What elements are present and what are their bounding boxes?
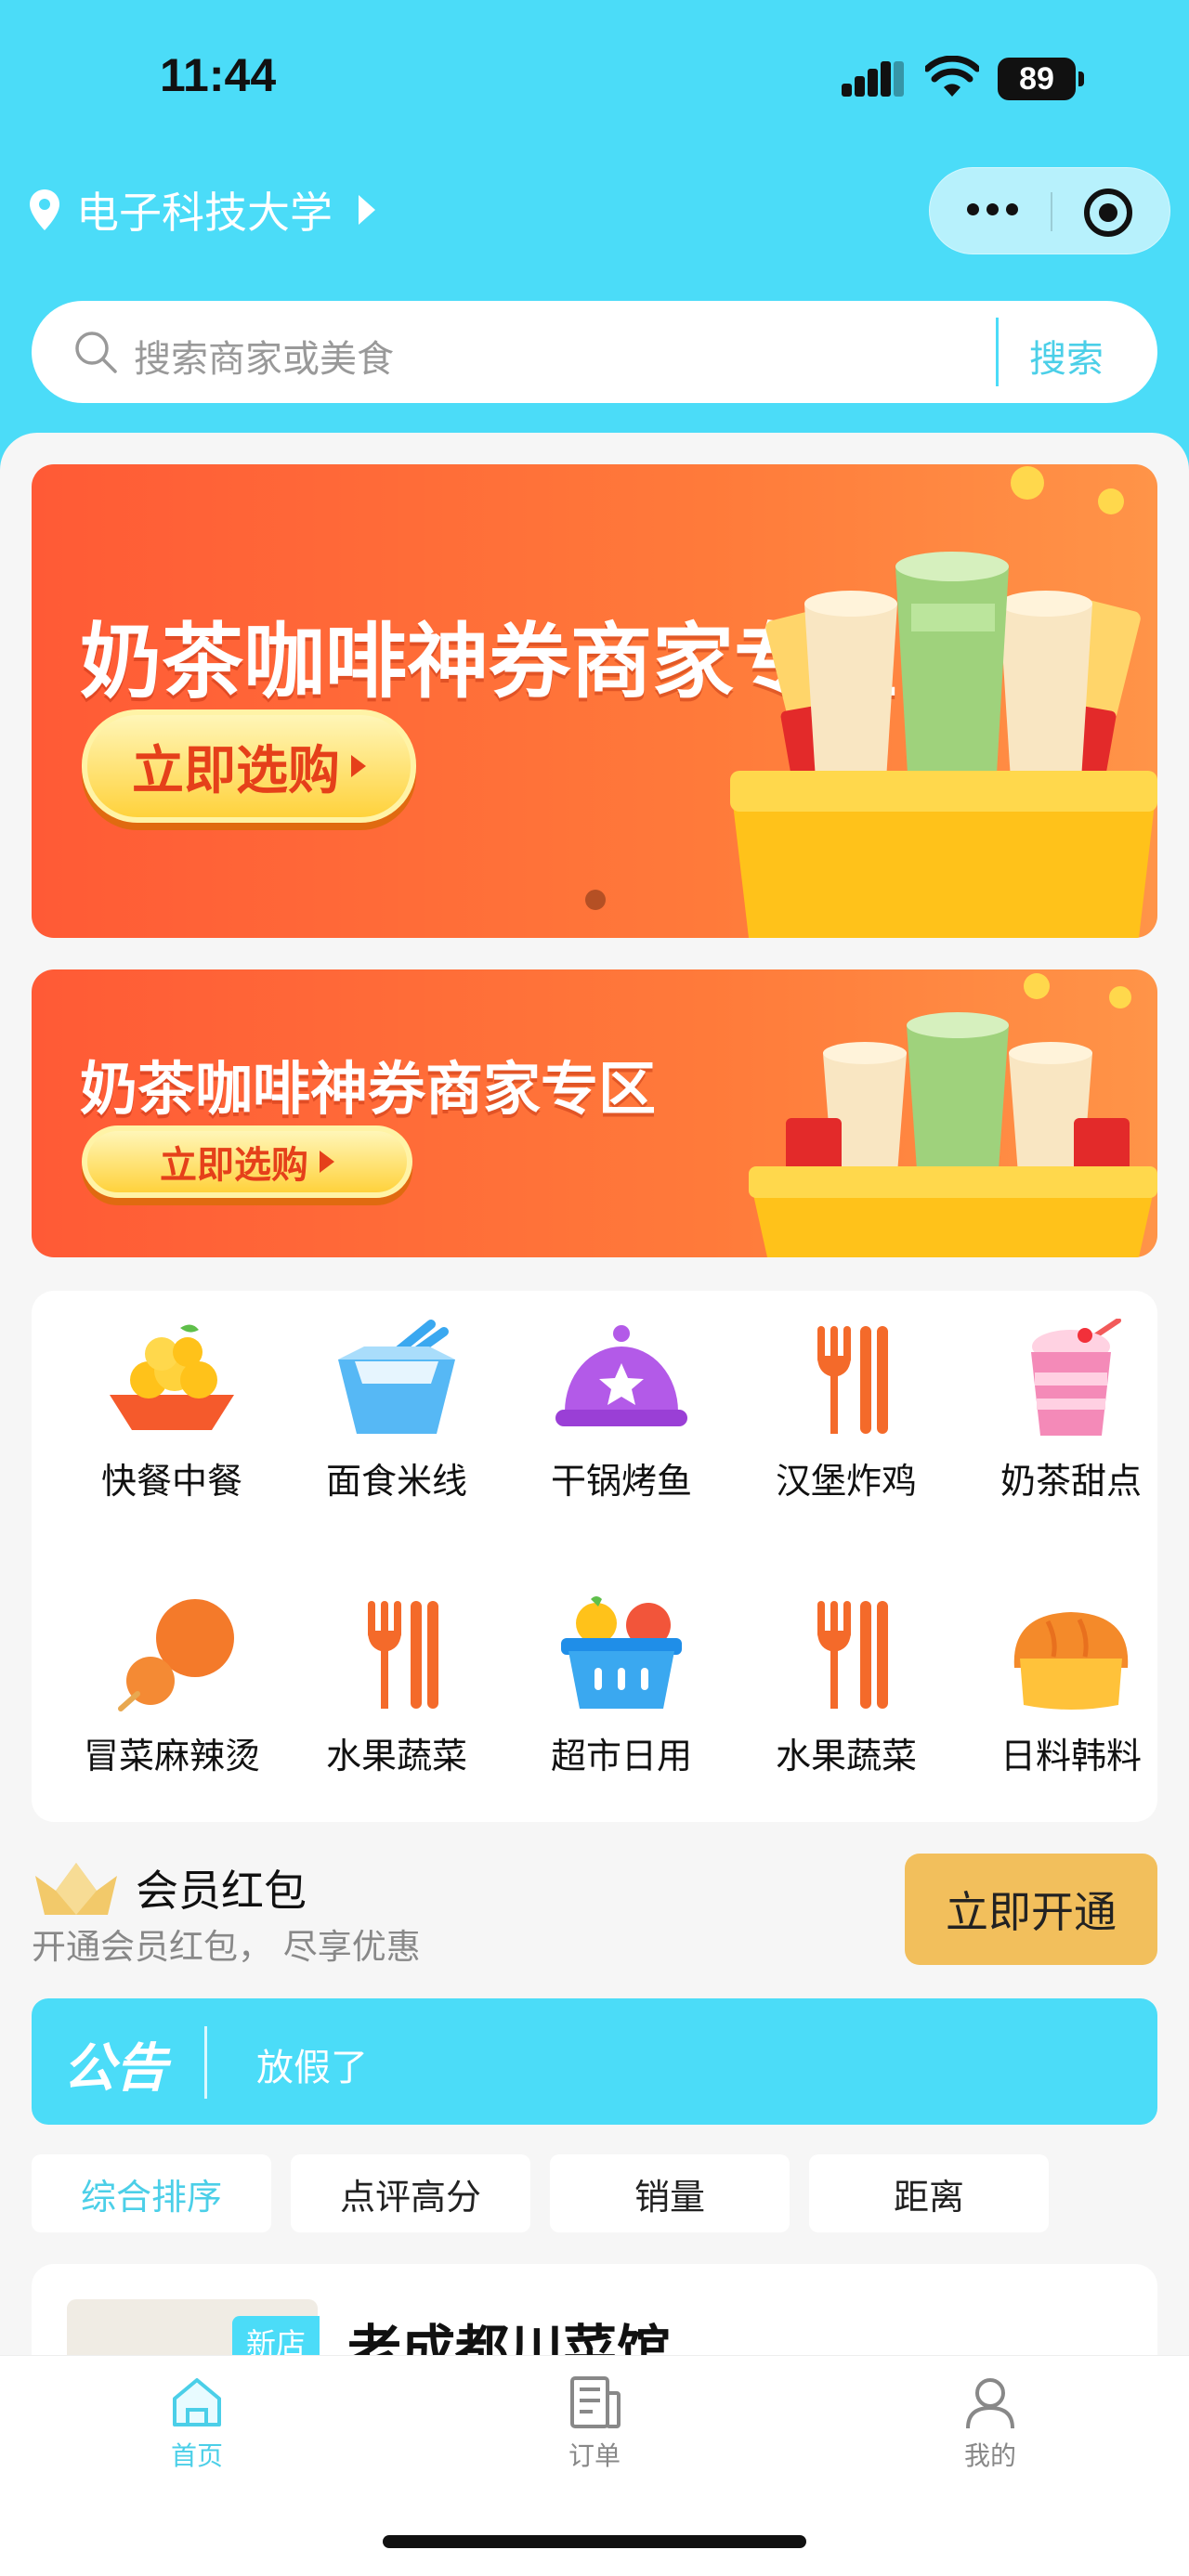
banner-cta-button[interactable]: 立即选购	[82, 709, 416, 823]
chevron-right-icon	[359, 195, 375, 225]
search-button[interactable]: 搜索	[1029, 329, 1104, 383]
category-item[interactable]: 水果蔬菜	[734, 1594, 959, 1778]
category-item[interactable]: 奶茶甜点	[959, 1319, 1183, 1503]
category-item[interactable]: 日料韩料	[959, 1594, 1183, 1778]
orders-icon	[570, 2376, 621, 2428]
sort-tab-rating[interactable]: 点评高分	[291, 2154, 530, 2232]
sort-tab-sales[interactable]: 销量	[550, 2154, 790, 2232]
open-membership-button[interactable]: 立即开通	[905, 1854, 1157, 1965]
search-divider	[996, 318, 999, 386]
tab-profile[interactable]: 我的	[897, 2374, 1083, 2473]
status-bar: 11:44 89	[0, 0, 1189, 158]
tab-home[interactable]: 首页	[104, 2374, 290, 2473]
capsule-divider	[1051, 192, 1052, 231]
category-item[interactable]: 水果蔬菜	[284, 1594, 509, 1778]
tab-orders[interactable]: 订单	[502, 2374, 687, 2473]
location-name: 电子科技大学	[76, 188, 333, 238]
status-time: 11:44	[160, 49, 277, 101]
location-pin-icon	[30, 189, 59, 230]
fork-knife-icon	[368, 1601, 438, 1709]
category-grid: 快餐中餐 面食米线 干锅烤鱼 汉堡炸鸡 奶茶甜点 冒菜麻辣烫 水果蔬菜 超市日用…	[32, 1291, 1157, 1822]
wifi-icon	[925, 56, 979, 97]
milk-tea-basket-illustration	[749, 973, 1157, 1257]
location-selector[interactable]: 电子科技大学	[30, 182, 377, 238]
milk-tea-basket-illustration	[730, 466, 1157, 938]
search-bar[interactable]: 搜索商家或美食 搜索	[32, 301, 1157, 403]
search-input[interactable]: 搜索商家或美食	[134, 329, 394, 383]
category-label: 快餐中餐	[100, 1461, 242, 1502]
tab-label: 首页	[170, 2440, 223, 2471]
category-label: 水果蔬菜	[775, 1736, 917, 1776]
home-icon	[173, 2378, 221, 2426]
carousel-indicator	[585, 890, 606, 910]
category-label: 水果蔬菜	[325, 1736, 467, 1776]
skewer-balls-icon	[118, 1599, 234, 1711]
milk-tea-icon	[1031, 1319, 1121, 1436]
announcement-tag: 公告	[63, 2038, 167, 2099]
category-label: 汉堡炸鸡	[775, 1461, 917, 1502]
promo-banner-secondary[interactable]: 奶茶咖啡神券商家专区 立即选购	[32, 969, 1157, 1257]
search-icon	[75, 332, 117, 373]
category-item[interactable]: 汉堡炸鸡	[734, 1319, 959, 1503]
bread-icon	[1013, 1612, 1129, 1710]
mango-bowl-icon	[110, 1324, 234, 1430]
basket-icon	[561, 1596, 682, 1709]
announcement-divider	[204, 2026, 207, 2099]
more-options-icon[interactable]	[967, 203, 1018, 215]
category-item[interactable]: 超市日用	[509, 1594, 734, 1778]
category-item[interactable]: 冒菜麻辣烫	[59, 1594, 284, 1778]
close-miniprogram-icon[interactable]	[1084, 189, 1132, 237]
category-label: 奶茶甜点	[1000, 1461, 1142, 1502]
banner-headline: 奶茶咖啡神券商家专区	[80, 1055, 657, 1123]
announcement-message: 放假了	[256, 2047, 368, 2089]
category-label: 冒菜麻辣烫	[83, 1736, 260, 1776]
promo-banner-main[interactable]: 奶茶咖啡神券商家专区 立即选购	[32, 464, 1157, 938]
sort-tab-comprehensive[interactable]: 综合排序	[32, 2154, 271, 2232]
category-label: 日料韩料	[1000, 1736, 1142, 1776]
battery-indicator: 89	[998, 58, 1084, 100]
cellular-signal-icon	[842, 59, 904, 97]
tab-label: 我的	[963, 2440, 1016, 2471]
miniprogram-capsule	[929, 167, 1170, 254]
banner-cta-label: 立即选购	[160, 1144, 308, 1187]
noodle-bowl-icon	[338, 1320, 455, 1434]
fork-knife-icon	[817, 1601, 888, 1709]
category-label: 面食米线	[325, 1461, 467, 1502]
category-item[interactable]: 干锅烤鱼	[509, 1319, 734, 1503]
fork-knife-icon	[817, 1326, 888, 1434]
category-item[interactable]: 面食米线	[284, 1319, 509, 1503]
category-label: 超市日用	[550, 1736, 692, 1776]
announcement-bar[interactable]: 公告 放假了	[32, 1998, 1157, 2125]
user-icon	[966, 2378, 1014, 2429]
sort-tab-distance[interactable]: 距离	[809, 2154, 1049, 2232]
member-subtitle: 开通会员红包， 尽享优惠	[32, 1927, 421, 1967]
category-item[interactable]: 快餐中餐	[59, 1319, 284, 1503]
member-title: 会员红包	[136, 1866, 307, 1916]
banner-cta-button[interactable]: 立即选购	[82, 1125, 412, 1198]
home-indicator	[383, 2535, 806, 2548]
tab-label: 订单	[568, 2440, 621, 2471]
member-promo: 会员红包 开通会员红包， 尽享优惠 立即开通	[32, 1854, 1157, 1967]
crown-icon	[35, 1863, 117, 1915]
category-label: 干锅烤鱼	[550, 1461, 692, 1502]
banner-cta-label: 立即选购	[132, 740, 340, 801]
cloche-icon	[555, 1325, 687, 1426]
